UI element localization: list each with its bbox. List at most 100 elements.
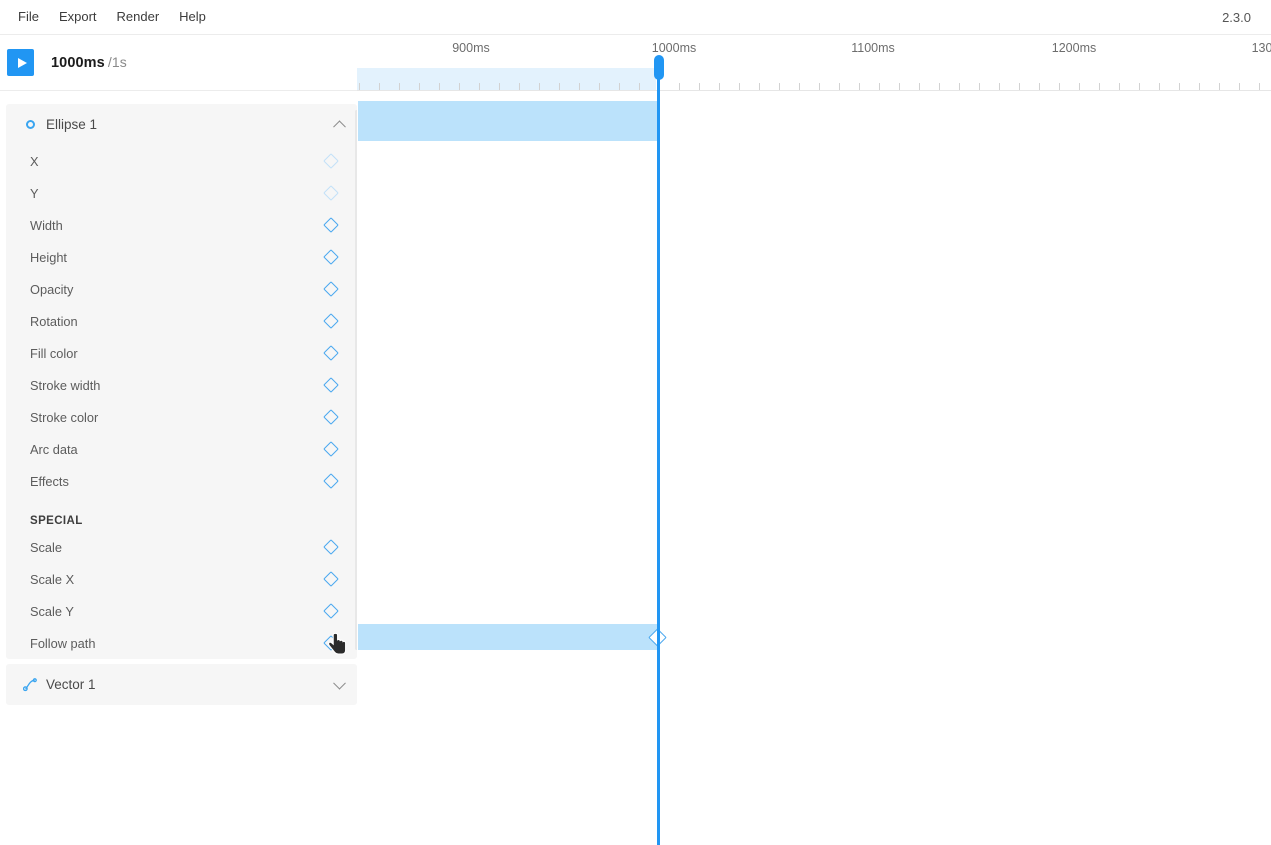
chevron-down-icon[interactable] — [333, 676, 346, 690]
panel-scrollbar[interactable] — [354, 104, 357, 659]
track-area[interactable] — [358, 91, 1271, 845]
timeline-ruler[interactable]: 900ms 1000ms 1100ms 1200ms 130 — [357, 35, 1271, 91]
chevron-up-icon[interactable] — [333, 119, 346, 133]
ruler-tick — [719, 83, 720, 90]
diamond-icon[interactable] — [323, 603, 339, 619]
property-row-arc-data[interactable]: Arc data — [6, 433, 357, 465]
diamond-icon[interactable] — [323, 377, 339, 393]
diamond-icon[interactable] — [323, 571, 339, 587]
ruler-tick — [939, 83, 940, 90]
property-row-width[interactable]: Width — [6, 209, 357, 241]
ruler-tick — [659, 83, 660, 90]
property-label: X — [30, 153, 39, 169]
version-label: 2.3.0 — [1222, 10, 1251, 25]
property-row-stroke-color[interactable]: Stroke color — [6, 401, 357, 433]
diamond-icon[interactable] — [323, 441, 339, 457]
property-row-y[interactable]: Y — [6, 177, 357, 209]
ruler-tick — [1019, 83, 1020, 90]
ruler-tick — [499, 83, 500, 90]
special-property-list-ellipse-1: Scale Scale X Scale Y Follow path — [6, 531, 357, 659]
ruler-tick — [419, 83, 420, 90]
ruler-tick — [1199, 83, 1200, 90]
time-display: 1000ms /1s — [51, 54, 127, 71]
property-row-follow-path[interactable]: Follow path — [6, 627, 357, 659]
diamond-icon[interactable] — [323, 249, 339, 265]
diamond-icon[interactable] — [323, 313, 339, 329]
ruler-label: 1100ms — [851, 41, 895, 55]
ruler-tick — [1219, 83, 1220, 90]
ruler-label: 130 — [1251, 41, 1271, 55]
ruler-label: 1200ms — [1051, 41, 1097, 55]
menu-file[interactable]: File — [8, 5, 49, 29]
layer-header-ellipse-1[interactable]: Ellipse 1 — [6, 104, 357, 145]
ruler-tick — [899, 83, 900, 90]
layer-header-vector-1[interactable]: Vector 1 — [6, 664, 357, 705]
property-row-stroke-width[interactable]: Stroke width — [6, 369, 357, 401]
property-row-scale-y[interactable]: Scale Y — [6, 595, 357, 627]
property-row-effects[interactable]: Effects — [6, 465, 357, 497]
ruler-label: 900ms — [452, 41, 490, 55]
ruler-tick — [739, 83, 740, 90]
ruler-tick — [819, 83, 820, 90]
property-row-rotation[interactable]: Rotation — [6, 305, 357, 337]
ruler-tick — [679, 83, 680, 90]
layer-title-vector-1: Vector 1 — [46, 677, 96, 692]
menu-render[interactable]: Render — [107, 5, 170, 29]
track-ellipse-1[interactable] — [358, 101, 657, 141]
ellipse-icon — [22, 117, 38, 133]
property-row-scale[interactable]: Scale — [6, 531, 357, 563]
ruler-tick — [1239, 83, 1240, 90]
diamond-icon[interactable] — [323, 473, 339, 489]
diamond-icon[interactable] — [323, 281, 339, 297]
ruler-label: 1000ms — [651, 41, 697, 55]
play-icon — [17, 57, 27, 68]
menu-export[interactable]: Export — [49, 5, 107, 29]
layer-group-ellipse-1: Ellipse 1 X Y Width Height Opacity Rotation Fi… — [6, 104, 357, 659]
track-follow-path[interactable] — [358, 624, 657, 650]
ruler-tick — [579, 83, 580, 90]
panel-scrollbar-thumb[interactable] — [355, 110, 357, 650]
ruler-ticks — [357, 68, 1271, 90]
ruler-tick — [1039, 83, 1040, 90]
property-label: Scale — [30, 539, 63, 555]
app-window: File Export Render Help 2.3.0 900ms 1000m… — [0, 0, 1271, 845]
diamond-icon[interactable] — [323, 539, 339, 555]
diamond-icon[interactable] — [323, 345, 339, 361]
ruler-tick — [879, 83, 880, 90]
menu-help[interactable]: Help — [169, 5, 216, 29]
ruler-tick — [399, 83, 400, 90]
ruler-tick-labels: 900ms 1000ms 1100ms 1200ms 130 — [357, 35, 1271, 63]
property-row-x[interactable]: X — [6, 145, 357, 177]
diamond-icon[interactable] — [323, 635, 339, 651]
layer-title-ellipse-1: Ellipse 1 — [46, 117, 98, 132]
property-label: Height — [30, 249, 67, 265]
ruler-tick — [779, 83, 780, 90]
property-row-opacity[interactable]: Opacity — [6, 273, 357, 305]
ruler-tick — [359, 83, 360, 90]
ruler-tick — [799, 83, 800, 90]
ruler-tick — [919, 83, 920, 90]
ruler-tick — [1259, 83, 1260, 90]
menu-bar: File Export Render Help 2.3.0 — [0, 0, 1271, 35]
diamond-icon[interactable] — [323, 153, 339, 169]
play-button[interactable] — [7, 49, 34, 76]
ruler-tick — [1139, 83, 1140, 90]
ruler-tick — [859, 83, 860, 90]
property-label: Width — [30, 217, 63, 233]
property-label: Y — [30, 185, 39, 201]
ruler-tick — [639, 83, 640, 90]
property-label: Follow path — [30, 635, 96, 651]
diamond-icon[interactable] — [323, 409, 339, 425]
property-label: Stroke width — [30, 377, 101, 393]
ruler-tick — [959, 83, 960, 90]
property-label: Arc data — [30, 441, 78, 457]
property-row-scale-x[interactable]: Scale X — [6, 563, 357, 595]
ruler-tick — [559, 83, 560, 90]
ruler-tick — [999, 83, 1000, 90]
property-row-fill-color[interactable]: Fill color — [6, 337, 357, 369]
ruler-tick — [1159, 83, 1160, 90]
diamond-icon[interactable] — [323, 217, 339, 233]
property-row-height[interactable]: Height — [6, 241, 357, 273]
diamond-icon[interactable] — [323, 185, 339, 201]
ruler-tick — [759, 83, 760, 90]
